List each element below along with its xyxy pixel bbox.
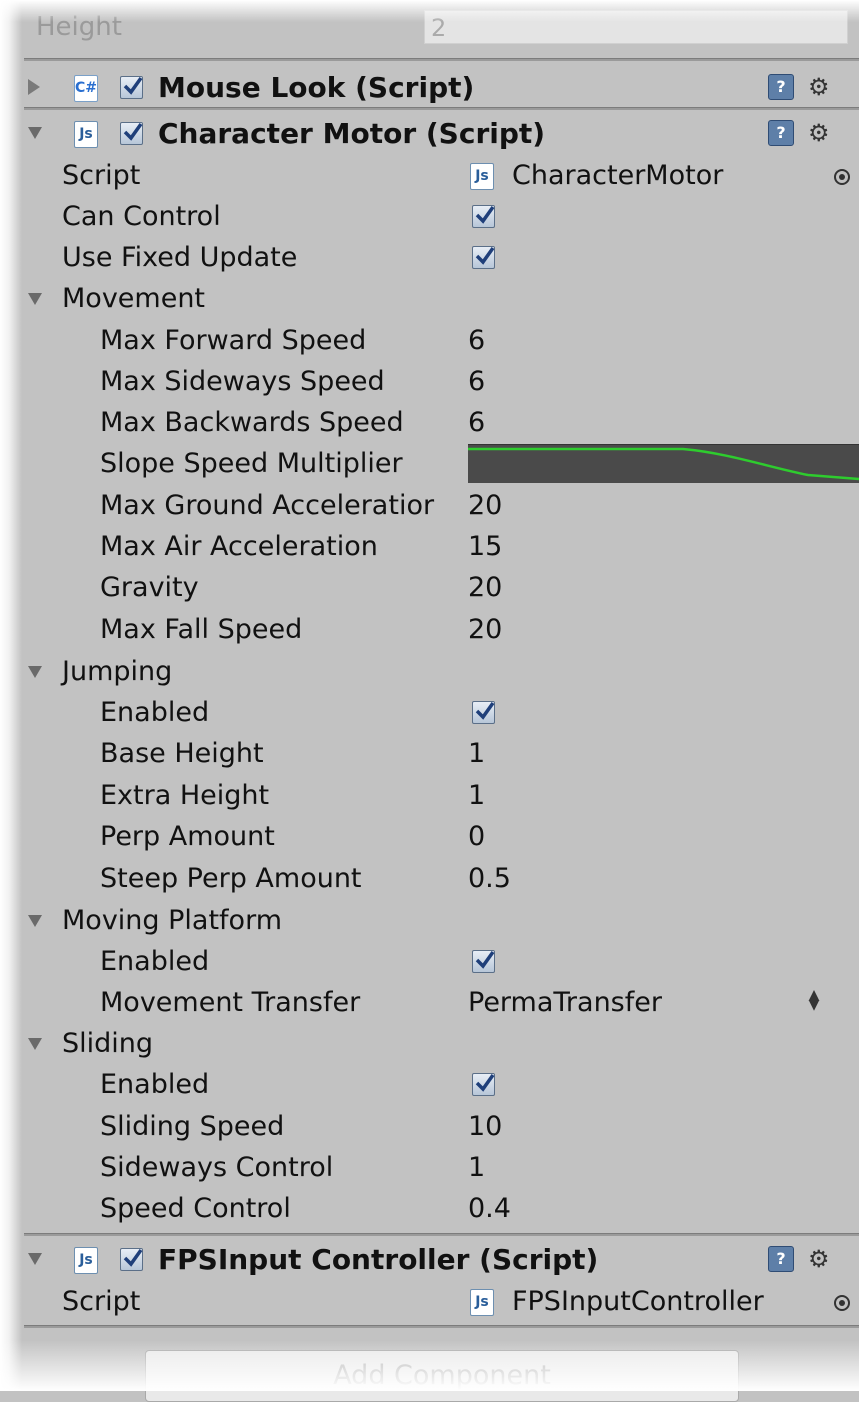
- gear-icon[interactable]: ⚙: [808, 1245, 840, 1273]
- can-control-label: Can Control: [62, 201, 221, 232]
- use-fixed-update-checkbox[interactable]: [472, 246, 495, 269]
- use-fixed-update-label: Use Fixed Update: [62, 242, 298, 273]
- foldout-expanded-icon[interactable]: [28, 915, 42, 927]
- bottom-fade: [0, 1340, 859, 1391]
- character-motor-header[interactable]: Js Character Motor (Script) ? ⚙: [24, 112, 859, 155]
- check-icon: [475, 1073, 495, 1092]
- field-label: Max Backwards Speed: [100, 407, 404, 438]
- check-icon: [123, 1248, 143, 1267]
- field-label: Max Fall Speed: [100, 614, 303, 645]
- separator: [24, 107, 859, 110]
- max-fall-speed-field[interactable]: 20: [468, 609, 502, 650]
- field-label: Speed Control: [100, 1193, 291, 1224]
- field-label: Perp Amount: [100, 821, 275, 852]
- object-picker-icon[interactable]: [834, 1295, 850, 1311]
- character-motor-title: Character Motor (Script): [158, 117, 546, 150]
- field-label: Enabled: [100, 1069, 210, 1100]
- help-icon[interactable]: ?: [768, 120, 794, 146]
- field-label: Slope Speed Multiplier: [100, 448, 403, 479]
- check-icon: [475, 950, 495, 969]
- character-motor-enabled-checkbox[interactable]: [120, 122, 143, 145]
- steep-perp-amount-field[interactable]: 0.5: [468, 858, 511, 899]
- fps-input-controller-title: FPSInput Controller (Script): [158, 1243, 599, 1276]
- script-field[interactable]: CharacterMotor: [512, 155, 723, 196]
- jumping-label: Jumping: [62, 656, 173, 687]
- sliding-label: Sliding: [62, 1028, 154, 1059]
- foldout-collapsed-icon[interactable]: [28, 79, 40, 95]
- check-icon: [475, 205, 495, 224]
- field-label: Enabled: [100, 697, 210, 728]
- gear-icon[interactable]: ⚙: [808, 73, 840, 101]
- fps-input-enabled-checkbox[interactable]: [120, 1248, 143, 1271]
- movement-transfer-dropdown[interactable]: PermaTransfer: [468, 982, 662, 1023]
- field-label: Sliding Speed: [100, 1111, 285, 1142]
- separator: [24, 58, 859, 61]
- gravity-field[interactable]: 20: [468, 567, 502, 608]
- panel-left-edge: [0, 0, 22, 1391]
- field-label: Sideways Control: [100, 1152, 334, 1183]
- js-script-icon: Js: [470, 163, 494, 190]
- perp-amount-field[interactable]: 0: [468, 816, 485, 857]
- cs-script-icon: C#: [74, 75, 98, 102]
- separator: [24, 1233, 859, 1236]
- field-label: Max Forward Speed: [100, 325, 367, 356]
- check-icon: [475, 701, 495, 720]
- max-backwards-speed-field[interactable]: 6: [468, 402, 485, 443]
- fps-script-field[interactable]: FPSInputController: [512, 1281, 764, 1322]
- foldout-expanded-icon[interactable]: [28, 293, 42, 305]
- moving-platform-enabled-checkbox[interactable]: [472, 950, 495, 973]
- js-script-icon: Js: [74, 121, 98, 148]
- max-forward-speed-field[interactable]: 6: [468, 320, 485, 361]
- base-height-field[interactable]: 1: [468, 733, 485, 774]
- jumping-enabled-checkbox[interactable]: [472, 701, 495, 724]
- extra-height-field[interactable]: 1: [468, 775, 485, 816]
- dropdown-arrows-icon[interactable]: ▲ ▼: [808, 988, 820, 1012]
- movement-label: Movement: [62, 283, 206, 314]
- curve-graph: [468, 447, 859, 481]
- field-label: Base Height: [100, 738, 264, 769]
- top-fade: [0, 0, 859, 22]
- max-ground-acceleration-field[interactable]: 20: [468, 485, 502, 526]
- moving-platform-label: Moving Platform: [62, 905, 282, 936]
- field-label: Steep Perp Amount: [100, 863, 362, 894]
- mouse-look-enabled-checkbox[interactable]: [120, 76, 143, 99]
- gear-icon[interactable]: ⚙: [808, 119, 840, 147]
- sliding-speed-field[interactable]: 10: [468, 1106, 502, 1147]
- field-label: Max Ground Acceleratior: [100, 490, 435, 521]
- foldout-expanded-icon[interactable]: [28, 666, 42, 678]
- object-picker-icon[interactable]: [834, 169, 850, 185]
- foldout-expanded-icon[interactable]: [28, 1253, 42, 1265]
- check-icon: [123, 122, 143, 141]
- can-control-checkbox[interactable]: [472, 205, 495, 228]
- separator: [24, 1325, 859, 1328]
- sideways-control-field[interactable]: 1: [468, 1147, 485, 1188]
- check-icon: [475, 246, 495, 265]
- mouse-look-header[interactable]: C# Mouse Look (Script) ? ⚙: [24, 66, 859, 109]
- inspector-panel: Height 2 C# Mouse Look (Script) ? ⚙ Js C…: [0, 0, 859, 1402]
- speed-control-field[interactable]: 0.4: [468, 1188, 511, 1229]
- field-label: Max Air Acceleration: [100, 531, 378, 562]
- field-label: Max Sideways Speed: [100, 366, 385, 397]
- help-icon[interactable]: ?: [768, 74, 794, 100]
- check-icon: [123, 76, 143, 95]
- max-sideways-speed-field[interactable]: 6: [468, 361, 485, 402]
- field-label: Extra Height: [100, 780, 270, 811]
- fps-input-controller-header[interactable]: Js FPSInput Controller (Script) ? ⚙: [24, 1238, 859, 1281]
- foldout-expanded-icon[interactable]: [28, 1038, 42, 1050]
- field-label: Enabled: [100, 946, 210, 977]
- foldout-expanded-icon[interactable]: [28, 127, 42, 139]
- help-icon[interactable]: ?: [768, 1246, 794, 1272]
- script-label: Script: [62, 160, 141, 191]
- field-label: Gravity: [100, 572, 199, 603]
- script-label: Script: [62, 1286, 141, 1317]
- field-label: Movement Transfer: [100, 987, 361, 1018]
- slope-speed-curve-field[interactable]: [468, 444, 859, 483]
- js-script-icon: Js: [470, 1289, 494, 1316]
- sliding-enabled-checkbox[interactable]: [472, 1073, 495, 1096]
- max-air-acceleration-field[interactable]: 15: [468, 526, 502, 567]
- mouse-look-title: Mouse Look (Script): [158, 71, 475, 104]
- js-script-icon: Js: [74, 1247, 98, 1274]
